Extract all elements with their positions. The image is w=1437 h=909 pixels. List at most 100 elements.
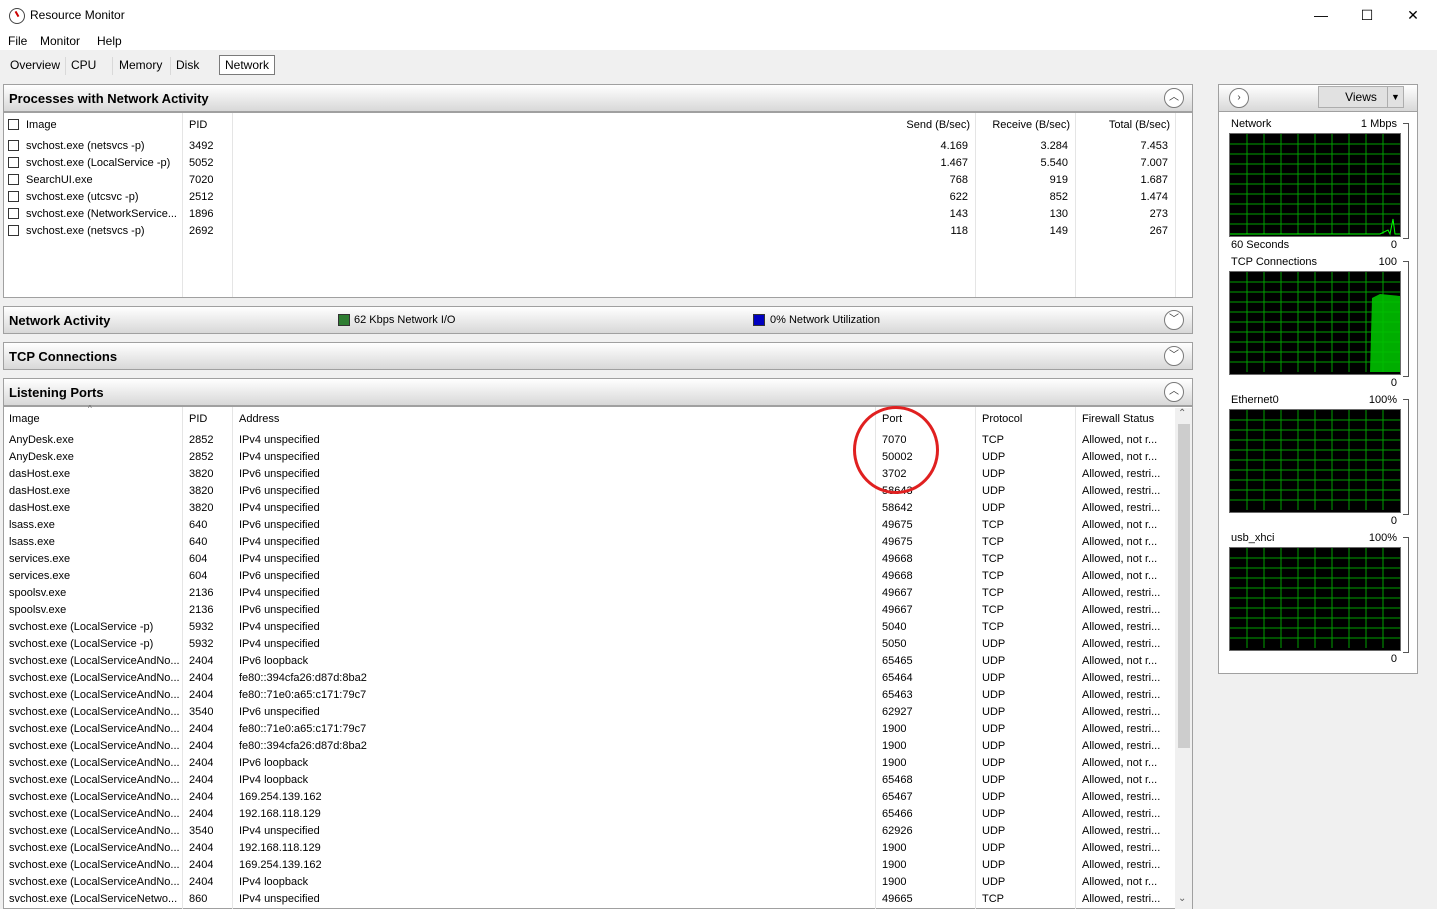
column-header-protocol[interactable]: Protocol [982,413,1022,425]
port-pid: 604 [189,553,208,565]
port-image: dasHost.exe [9,468,71,480]
port-number: 65465 [882,655,913,667]
port-image: svchost.exe (LocalServiceNetwo... [9,893,178,905]
port-pid: 3820 [189,468,214,480]
process-receive: 3.284 [1040,140,1068,152]
port-pid: 2404 [189,791,214,803]
port-firewall-status: Allowed, restri... [1082,587,1161,599]
minimize-button[interactable]: — [1298,0,1344,31]
port-pid: 2404 [189,757,214,769]
port-protocol: TCP [982,621,1004,633]
menu-help[interactable]: Help [97,34,122,48]
port-address: fe80::394cfa26:d87d:8ba2 [239,672,367,684]
row-checkbox[interactable] [8,157,19,168]
port-protocol: UDP [982,485,1006,497]
graph-title: Network [1231,118,1272,130]
port-pid: 3540 [189,706,214,718]
chevron-up-icon[interactable]: ︿ [1164,88,1184,108]
port-address: IPv4 unspecified [239,893,320,905]
port-image: svchost.exe (LocalServiceAndNo... [9,757,180,769]
tcp-section-header[interactable] [3,342,1193,370]
tab-memory[interactable]: Memory [119,58,162,74]
network-activity-section-header[interactable] [3,306,1193,334]
port-firewall-status: Allowed, restri... [1082,706,1161,718]
graph-scale-bracket [1403,537,1409,653]
row-checkbox[interactable] [8,225,19,236]
menu-file[interactable]: File [8,34,27,48]
port-firewall-status: Allowed, restri... [1082,468,1161,480]
process-pid: 2692 [189,225,214,237]
port-image: spoolsv.exe [9,604,67,616]
port-protocol: TCP [982,519,1004,531]
port-protocol: UDP [982,451,1006,463]
process-image: svchost.exe (LocalService -p) [26,157,171,169]
column-header-total[interactable]: Total (B/sec) [1075,119,1170,131]
column-header-receive[interactable]: Receive (B/sec) [975,119,1070,131]
port-number: 1900 [882,859,907,871]
port-firewall-status: Allowed, restri... [1082,621,1161,633]
resource-monitor-icon [9,8,25,24]
process-receive: 130 [1049,208,1068,220]
views-dropdown-icon[interactable]: ▼ [1387,86,1404,108]
port-firewall-status: Allowed, not r... [1082,757,1158,769]
column-header-pid[interactable]: PID [189,119,207,131]
port-firewall-status: Allowed, not r... [1082,876,1158,888]
port-image: svchost.exe (LocalServiceAndNo... [9,723,180,735]
port-firewall-status: Allowed, not r... [1082,519,1158,531]
port-address: 169.254.139.162 [239,791,322,803]
port-pid: 2404 [189,774,214,786]
process-pid: 7020 [189,174,214,186]
listening-section-header[interactable] [3,378,1193,406]
chevron-down-icon[interactable]: ﹀ [1164,346,1184,366]
scroll-up-icon[interactable]: ⌃ [1178,408,1186,419]
port-pid: 640 [189,536,208,548]
port-address: IPv4 unspecified [239,451,320,463]
port-address: IPv6 unspecified [239,519,320,531]
column-header-address[interactable]: Address [239,413,279,425]
row-checkbox[interactable] [8,208,19,219]
column-header-firewall[interactable]: Firewall Status [1082,413,1154,425]
port-image: svchost.exe (LocalServiceAndNo... [9,825,180,837]
tab-overview[interactable]: Overview [10,58,60,74]
port-address: IPv4 unspecified [239,587,320,599]
graph-canvas [1229,547,1401,651]
port-image: svchost.exe (LocalServiceAndNo... [9,689,180,701]
tab-network[interactable]: Network [219,55,275,75]
scrollbar-thumb[interactable] [1178,424,1190,748]
port-firewall-status: Allowed, restri... [1082,604,1161,616]
network-io-label: 62 Kbps Network I/O [354,314,456,326]
tab-disk[interactable]: Disk [176,58,199,74]
column-divider [182,113,183,297]
chevron-right-icon[interactable]: › [1229,88,1249,108]
menu-monitor[interactable]: Monitor [40,34,80,48]
select-all-checkbox[interactable] [8,119,19,130]
row-checkbox[interactable] [8,140,19,151]
port-firewall-status: Allowed, restri... [1082,672,1161,684]
port-image: lsass.exe [9,536,55,548]
port-image: spoolsv.exe [9,587,67,599]
process-send: 1.467 [940,157,968,169]
column-header-pid[interactable]: PID [189,413,207,425]
tab-cpu[interactable]: CPU [71,58,96,74]
chevron-up-icon[interactable]: ︿ [1164,382,1184,402]
maximize-button[interactable]: ☐ [1344,0,1390,31]
row-checkbox[interactable] [8,191,19,202]
port-pid: 2404 [189,876,214,888]
graph-title: Ethernet0 [1231,394,1279,406]
port-firewall-status: Allowed, restri... [1082,825,1161,837]
port-number: 5050 [882,638,907,650]
column-header-image[interactable]: Image [9,413,40,425]
row-checkbox[interactable] [8,174,19,185]
column-header-send[interactable]: Send (B/sec) [880,119,970,131]
chevron-down-icon[interactable]: ﹀ [1164,310,1184,330]
close-button[interactable]: ✕ [1390,0,1436,31]
port-protocol: UDP [982,672,1006,684]
port-firewall-status: Allowed, restri... [1082,808,1161,820]
scroll-down-icon[interactable]: ⌄ [1178,893,1186,904]
port-protocol: UDP [982,689,1006,701]
port-firewall-status: Allowed, not r... [1082,774,1158,786]
port-firewall-status: Allowed, not r... [1082,434,1158,446]
port-protocol: TCP [982,570,1004,582]
port-number: 62927 [882,706,913,718]
column-header-image[interactable]: Image [26,119,57,131]
